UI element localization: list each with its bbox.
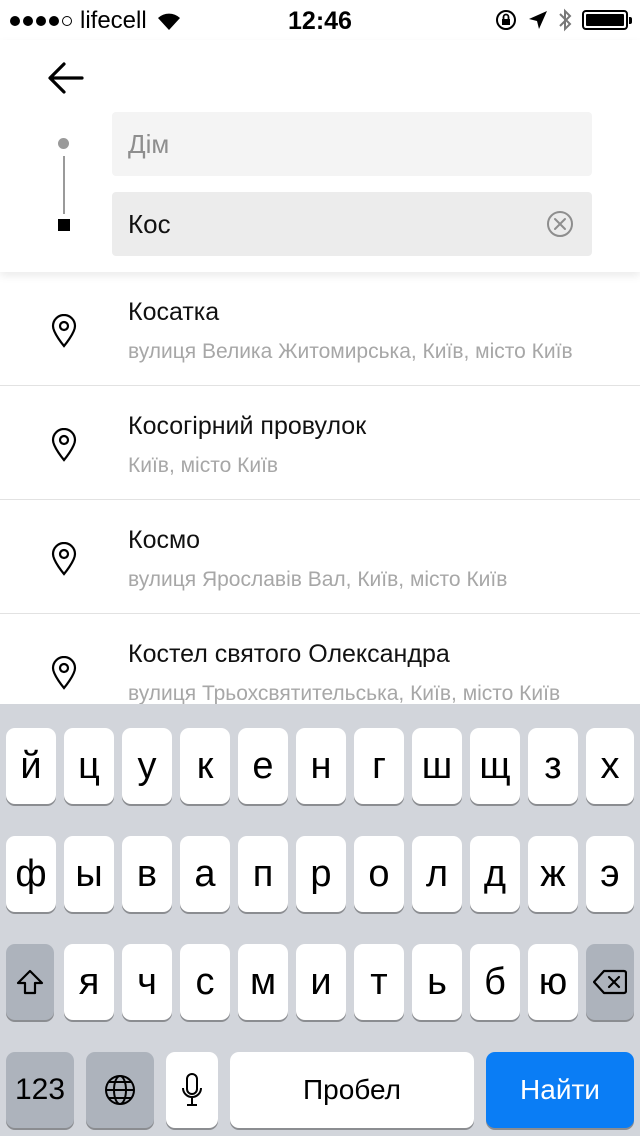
arrow-left-icon[interactable] <box>44 58 88 98</box>
result-subtitle: вулиця Ярославів Вал, Київ, місто Київ <box>128 568 508 591</box>
bluetooth-icon <box>559 8 572 32</box>
result-title: Костел святого Олександра <box>128 640 450 668</box>
result-subtitle: вулиця Велика Житомирська, Київ, місто К… <box>128 340 573 363</box>
globe-icon <box>105 1075 135 1105</box>
dictation-key[interactable] <box>166 1052 218 1128</box>
shift-icon <box>16 969 44 995</box>
result-title: Космо <box>128 526 201 554</box>
key-letter[interactable]: ы <box>64 836 114 912</box>
key-letter[interactable]: н <box>296 728 346 804</box>
microphone-icon <box>182 1073 202 1106</box>
list-item[interactable]: Косатка вулиця Велика Житомирська, Київ,… <box>0 272 640 386</box>
list-item[interactable]: Косогірний провулок Київ, місто Київ <box>0 386 640 500</box>
key-letter[interactable]: ю <box>528 944 578 1020</box>
globe-key[interactable] <box>86 1052 154 1128</box>
key-letter[interactable]: д <box>470 836 520 912</box>
destination-field-value: Кос <box>128 209 171 239</box>
list-item[interactable]: Космо вулиця Ярославів Вал, Київ, місто … <box>0 500 640 614</box>
key-letter[interactable]: б <box>470 944 520 1020</box>
search-results-list: Косатка вулиця Велика Житомирська, Київ,… <box>0 272 640 704</box>
key-letter[interactable]: й <box>6 728 56 804</box>
shift-key[interactable] <box>6 944 54 1020</box>
space-key[interactable]: Пробел <box>230 1052 474 1128</box>
key-letter[interactable]: ф <box>6 836 56 912</box>
backspace-key[interactable] <box>586 944 634 1020</box>
key-letter[interactable]: х <box>586 728 634 804</box>
key-letter[interactable]: р <box>296 836 346 912</box>
destination-field[interactable]: Кос <box>112 192 592 256</box>
location-arrow-icon <box>529 11 547 29</box>
result-title: Косогірний провулок <box>128 412 367 440</box>
key-letter[interactable]: о <box>354 836 404 912</box>
location-pin-icon <box>51 428 77 462</box>
numbers-key[interactable]: 123 <box>6 1052 74 1128</box>
key-letter[interactable]: я <box>64 944 114 1020</box>
key-letter[interactable]: л <box>412 836 462 912</box>
route-end-square <box>58 219 70 231</box>
key-letter[interactable]: г <box>354 728 404 804</box>
status-bar: lifecell 12:46 <box>0 0 640 40</box>
key-letter[interactable]: э <box>586 836 634 912</box>
key-letter[interactable]: а <box>180 836 230 912</box>
key-letter[interactable]: ж <box>528 836 578 912</box>
key-letter[interactable]: у <box>122 728 172 804</box>
key-letter[interactable]: ч <box>122 944 172 1020</box>
key-letter[interactable]: т <box>354 944 404 1020</box>
route-start-dot <box>58 138 69 149</box>
key-letter[interactable]: с <box>180 944 230 1020</box>
key-letter[interactable]: к <box>180 728 230 804</box>
key-letter[interactable]: з <box>528 728 578 804</box>
backspace-icon <box>593 969 627 995</box>
from-field-value: Дім <box>128 129 170 159</box>
key-letter[interactable]: е <box>238 728 288 804</box>
clear-circle-icon[interactable] <box>546 210 574 238</box>
battery-icon <box>582 10 632 30</box>
route-line <box>63 156 65 214</box>
key-letter[interactable]: м <box>238 944 288 1020</box>
route-header: Дім Кос <box>0 40 640 272</box>
key-letter[interactable]: и <box>296 944 346 1020</box>
location-pin-icon <box>51 656 77 690</box>
from-field[interactable]: Дім <box>112 112 592 176</box>
result-subtitle: вулиця Трьохсвятительська, Київ, місто К… <box>128 682 561 704</box>
key-letter[interactable]: в <box>122 836 172 912</box>
key-letter[interactable]: ц <box>64 728 114 804</box>
key-letter[interactable]: щ <box>470 728 520 804</box>
rotation-lock-icon <box>496 10 516 30</box>
search-key[interactable]: Найти <box>486 1052 634 1128</box>
key-letter[interactable]: ш <box>412 728 462 804</box>
result-subtitle: Київ, місто Київ <box>128 454 279 477</box>
result-title: Косатка <box>128 298 220 326</box>
keyboard: й ц у к е н г ш щ з х ф ы в а п р о л д … <box>0 704 640 1136</box>
location-pin-icon <box>51 542 77 576</box>
status-right <box>494 8 632 32</box>
key-letter[interactable]: ь <box>412 944 462 1020</box>
key-letter[interactable]: п <box>238 836 288 912</box>
list-item[interactable]: Костел святого Олександра вулиця Трьохсв… <box>0 614 640 704</box>
location-pin-icon <box>51 314 77 348</box>
